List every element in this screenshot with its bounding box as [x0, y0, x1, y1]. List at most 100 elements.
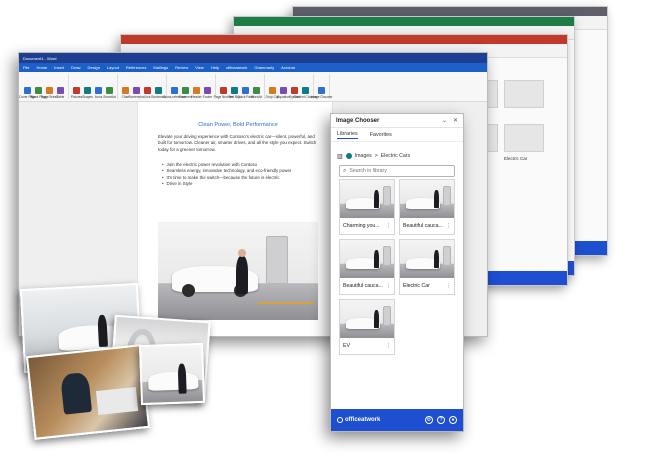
- collage-photo-car-front: [138, 342, 206, 406]
- tab-mailings[interactable]: Mailings: [153, 65, 168, 70]
- page-number-button[interactable]: Page Number: [214, 87, 233, 99]
- breadcrumb-root[interactable]: Images: [355, 153, 372, 159]
- more-options-icon[interactable]: ⋮: [386, 283, 391, 289]
- tab-design[interactable]: Design: [87, 65, 99, 70]
- settings-icon[interactable]: ⚙: [425, 416, 433, 424]
- document-bullets: Join the electric power revolution with …: [162, 162, 312, 188]
- inserted-car-image[interactable]: [158, 222, 318, 320]
- table-icon: [57, 87, 64, 94]
- ribbon-button-label: WordArt: [250, 95, 263, 99]
- titlebar: [121, 35, 567, 44]
- pane-footer: officeatwork ⚙ ? ●: [331, 409, 463, 431]
- tab-file[interactable]: File: [23, 65, 29, 70]
- tab-insert[interactable]: Insert: [54, 65, 64, 70]
- breadcrumb: ▥ Images > Electric Cars: [337, 150, 457, 162]
- icons-button[interactable]: Icons: [94, 87, 103, 99]
- image-card[interactable]: Beautiful cauca... ⋮: [339, 239, 395, 295]
- image-card[interactable]: Beautiful cauca... ⋮: [399, 179, 455, 235]
- wordart-icon: [253, 87, 260, 94]
- header-button[interactable]: Header: [191, 87, 202, 99]
- chevron-down-icon[interactable]: ⌄: [442, 117, 447, 124]
- blank-page-icon: [35, 87, 42, 94]
- page-break-icon: [46, 87, 53, 94]
- search-input[interactable]: [349, 168, 450, 174]
- cover-page-icon: [24, 87, 31, 94]
- ribbon-group: Chart Screenshot Link Bookmark: [121, 74, 167, 99]
- tab-help[interactable]: Help: [211, 65, 219, 70]
- shapes-button[interactable]: Shapes: [82, 87, 93, 99]
- pictures-button[interactable]: Pictures: [70, 87, 83, 99]
- ribbon-button-label: Icons: [94, 95, 103, 99]
- header-icon: [193, 87, 200, 94]
- tab-review[interactable]: Review: [175, 65, 188, 70]
- tab-home[interactable]: Home: [36, 65, 47, 70]
- footer-button[interactable]: Footer: [203, 87, 212, 99]
- ribbon-button-label: Shapes: [82, 95, 93, 99]
- icons-icon: [95, 87, 102, 94]
- user-icon[interactable]: ●: [449, 416, 457, 424]
- tab-draw[interactable]: Draw: [71, 65, 80, 70]
- comment-icon: [182, 87, 189, 94]
- image-card[interactable]: EV ⋮: [339, 299, 395, 355]
- content-chooser-icon: [302, 87, 309, 94]
- page-break-button[interactable]: Page Break: [41, 87, 58, 99]
- image-card[interactable]: Charming you... ⋮: [339, 179, 395, 235]
- tab-view[interactable]: View: [195, 65, 204, 70]
- person: [434, 190, 439, 208]
- drop-cap-button[interactable]: Drop Cap: [266, 87, 279, 99]
- table-button[interactable]: Table: [56, 87, 65, 99]
- more-options-icon[interactable]: ⋮: [446, 283, 451, 289]
- more-options-icon[interactable]: ⋮: [386, 343, 391, 349]
- more-options-icon[interactable]: ⋮: [446, 223, 451, 229]
- smartart-button[interactable]: SmartArt: [103, 87, 116, 99]
- tab-favorites[interactable]: Favorites: [370, 132, 392, 138]
- charging-station: [383, 186, 391, 206]
- close-icon[interactable]: ✕: [453, 117, 458, 124]
- ribbon: Cover Page Blank Page Page Break Table Pictu…: [19, 72, 487, 102]
- image-chooser-button[interactable]: Image Chooser: [311, 87, 332, 99]
- image-caption: Beautiful cauca...: [403, 223, 443, 229]
- quick-parts-button[interactable]: Quick Parts: [237, 87, 254, 99]
- breadcrumb-separator: >: [374, 153, 378, 159]
- person: [236, 256, 248, 294]
- tab-acrobat[interactable]: Acrobat: [281, 65, 295, 70]
- more-options-icon[interactable]: ⋮: [386, 223, 391, 229]
- charging-station: [383, 246, 391, 266]
- screenshot-button[interactable]: Screenshot: [128, 87, 145, 99]
- content-chooser-button[interactable]: Content Chooser: [293, 87, 318, 99]
- tab-grammarly[interactable]: Grammarly: [254, 65, 274, 70]
- titlebar: [293, 7, 607, 16]
- thumbnail: [504, 124, 545, 152]
- ribbon-button-label: Pictures: [70, 95, 83, 99]
- charging-station: [443, 246, 451, 266]
- person: [374, 250, 379, 268]
- shapes-icon: [84, 87, 91, 94]
- ribbon-group: Page Number Text Box Quick Parts WordArt: [214, 74, 265, 99]
- comment-button[interactable]: Comment: [179, 87, 192, 99]
- quick-parts-icon: [242, 87, 249, 94]
- equation-button[interactable]: Equation: [277, 87, 290, 99]
- library-tabs: Libraries Favorites: [331, 128, 463, 142]
- image-caption: Charming you...: [343, 223, 380, 229]
- image-thumbnail: [400, 180, 454, 218]
- image-card[interactable]: Electric Car ⋮: [399, 239, 455, 295]
- thumbnail: [504, 80, 545, 108]
- wordart-button[interactable]: WordArt: [250, 87, 263, 99]
- library-icon[interactable]: ▥: [337, 153, 343, 160]
- document-page[interactable]: Clean Power, Bold Performance Elevate yo…: [137, 102, 333, 336]
- search-box[interactable]: ⌕: [339, 165, 455, 177]
- tab-layout[interactable]: Layout: [107, 65, 119, 70]
- charging-station: [383, 306, 391, 326]
- tab-officeatwork[interactable]: officeatwork: [226, 65, 247, 70]
- tab-libraries[interactable]: Libraries: [337, 131, 358, 139]
- image-thumbnail: [400, 240, 454, 278]
- smartart-icon: [106, 87, 113, 94]
- help-icon[interactable]: ?: [437, 416, 445, 424]
- tab-references[interactable]: References: [126, 65, 146, 70]
- text-box-icon: [231, 87, 238, 94]
- breadcrumb-current: Electric Cars: [380, 153, 411, 159]
- thumbnail-caption: Electric Car: [504, 156, 528, 161]
- bookmark-button[interactable]: Bookmark: [151, 87, 166, 99]
- document-heading: Clean Power, Bold Performance: [198, 122, 278, 128]
- window-title: Document1 - Word: [23, 55, 57, 61]
